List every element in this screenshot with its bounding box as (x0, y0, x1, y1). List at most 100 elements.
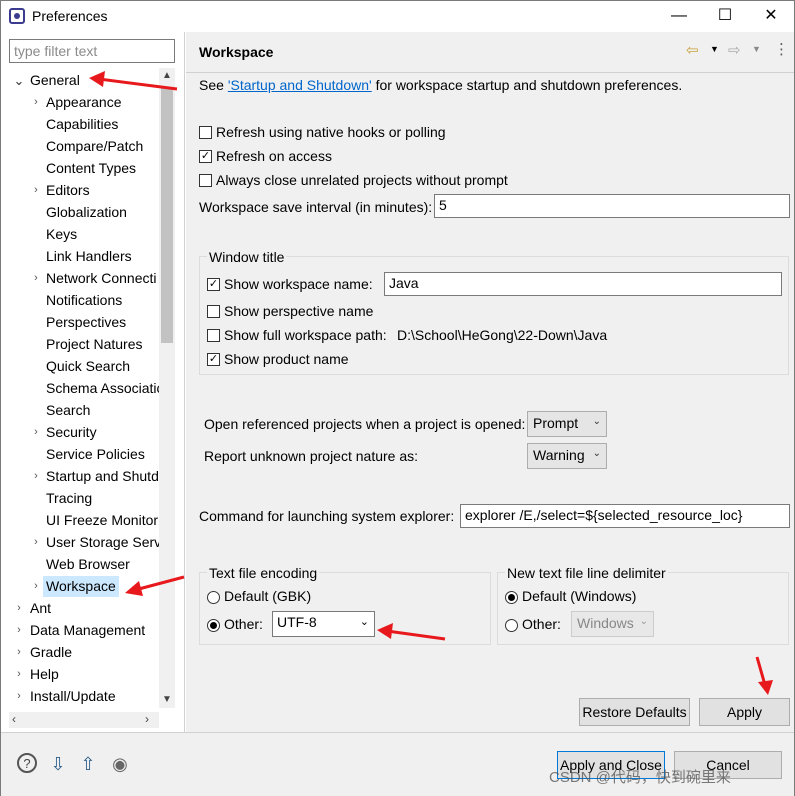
maximize-button[interactable]: ☐ (702, 1, 748, 32)
always-close-checkbox[interactable] (199, 174, 212, 187)
report-nature-combo[interactable]: Warning ⌄ (527, 443, 607, 469)
chevron-right-icon[interactable]: › (13, 642, 25, 663)
tree-item[interactable]: › Appearance (1, 92, 159, 113)
encoding-other-radio[interactable] (207, 619, 220, 632)
tree-item[interactable]: Globalization (1, 202, 159, 223)
tree-item[interactable]: › Install/Update (1, 686, 159, 707)
chevron-right-icon[interactable]: › (13, 620, 25, 641)
encoding-default-radio[interactable] (207, 591, 220, 604)
tree-item-label: Perspectives (46, 314, 127, 330)
command-input[interactable]: explorer /E,/select=${selected_resource_… (460, 504, 790, 528)
chevron-right-icon[interactable]: › (30, 532, 42, 553)
chevron-right-icon[interactable]: › (13, 686, 25, 707)
tree-item[interactable]: › Editors (1, 180, 159, 201)
tree-item[interactable]: Quick Search (1, 356, 159, 377)
close-button[interactable]: ✕ (748, 1, 794, 32)
show-perspective-checkbox[interactable] (207, 305, 220, 318)
tree-item[interactable]: UI Freeze Monitor (1, 510, 159, 531)
chevron-right-icon[interactable]: › (13, 664, 25, 685)
tree-item-label: Web Browser (46, 556, 130, 572)
restore-defaults-button[interactable]: Restore Defaults (579, 698, 690, 726)
encoding-other-combo[interactable]: UTF-8 ⌄ (272, 611, 375, 637)
forward-arrow-icon[interactable]: ⇨ (728, 41, 741, 59)
tree-item[interactable]: Project Natures (1, 334, 159, 355)
tree-item[interactable]: › Security (1, 422, 159, 443)
chevron-right-icon[interactable]: › (30, 268, 42, 289)
refresh-on-access-checkbox[interactable]: ✓ (199, 150, 212, 163)
minimize-button[interactable]: — (656, 1, 702, 32)
show-full-path-checkbox[interactable] (207, 329, 220, 342)
tree-item[interactable]: Schema Associatic (1, 378, 159, 399)
back-arrow-icon[interactable]: ⇦ (686, 41, 699, 59)
filter-input[interactable]: type filter text (9, 39, 175, 63)
tree-item-label: UI Freeze Monitor (46, 512, 159, 528)
tree-item[interactable]: Search (1, 400, 159, 421)
tree-item[interactable]: Link Handlers (1, 246, 159, 267)
tree-item[interactable]: Capabilities (1, 114, 159, 135)
scroll-right-icon[interactable]: › (145, 712, 149, 726)
apply-button[interactable]: Apply (699, 698, 790, 726)
scroll-left-icon[interactable]: ‹ (12, 712, 16, 726)
open-referenced-value: Prompt (533, 415, 579, 431)
tree-item[interactable]: › Help (1, 664, 159, 685)
chevron-right-icon[interactable]: › (30, 576, 42, 597)
open-referenced-combo[interactable]: Prompt ⌄ (527, 411, 607, 437)
record-icon[interactable]: ◉ (109, 753, 131, 775)
delimiter-other-radio[interactable] (505, 619, 518, 632)
scrollbar-thumb[interactable] (161, 88, 173, 343)
tree-item-label: General (30, 72, 80, 88)
tree-item[interactable]: Web Browser (1, 554, 159, 575)
tree-item[interactable]: › Gradle (1, 642, 159, 663)
preference-tree[interactable]: ⌄ General › Appearance Capabilities Compare… (1, 68, 159, 708)
chevron-right-icon[interactable]: › (30, 466, 42, 487)
show-workspace-name-checkbox[interactable]: ✓ (207, 278, 220, 291)
tree-item[interactable]: › Startup and Shutd (1, 466, 159, 487)
tree-item[interactable]: Content Types (1, 158, 159, 179)
tree-item[interactable]: › Data Management (1, 620, 159, 641)
help-icon[interactable]: ? (17, 753, 37, 773)
tree-item-label: Help (30, 666, 59, 682)
full-path-value: D:\School\HeGong\22-Down\Java (397, 327, 608, 343)
save-interval-input[interactable]: 5 (434, 194, 790, 218)
chevron-down-icon[interactable]: ⌄ (13, 70, 25, 91)
tree-item[interactable]: Keys (1, 224, 159, 245)
view-menu-icon[interactable]: ⋮ (774, 40, 789, 58)
tree-horizontal-scrollbar[interactable]: ‹ › (9, 712, 159, 728)
import-icon[interactable]: ⇩ (47, 753, 69, 775)
back-dropdown-icon[interactable]: ▼ (710, 44, 719, 54)
chevron-right-icon[interactable]: › (13, 598, 25, 619)
chevron-right-icon[interactable]: › (30, 422, 42, 443)
show-perspective-label: Show perspective name (224, 303, 374, 319)
tree-item-label: Keys (46, 226, 78, 242)
chevron-down-icon: ⌄ (592, 448, 601, 459)
show-full-path-label: Show full workspace path: (224, 327, 387, 343)
delimiter-default-radio[interactable] (505, 591, 518, 604)
show-product-checkbox[interactable]: ✓ (207, 353, 220, 366)
tree-item[interactable]: Service Policies (1, 444, 159, 465)
tree-item-label: Notifications (46, 292, 123, 308)
tree-item[interactable]: Tracing (1, 488, 159, 509)
forward-dropdown-icon[interactable]: ▼ (752, 44, 761, 54)
tree-vertical-scrollbar[interactable]: ▲ ▼ (159, 68, 175, 708)
tree-item-label: Globalization (46, 204, 127, 220)
tree-item[interactable]: › User Storage Serv (1, 532, 159, 553)
tree-item[interactable]: Notifications (1, 290, 159, 311)
tree-item[interactable]: Compare/Patch (1, 136, 159, 157)
tree-item[interactable]: › Network Connecti (1, 268, 159, 289)
scroll-up-icon[interactable]: ▲ (162, 70, 172, 81)
encoding-group-label: Text file encoding (207, 565, 320, 581)
tree-item[interactable]: › Workspace (1, 576, 159, 597)
workspace-name-input[interactable]: Java (384, 272, 782, 296)
scroll-down-icon[interactable]: ▼ (162, 694, 172, 705)
tree-item-general[interactable]: ⌄ General (1, 70, 159, 91)
chevron-right-icon[interactable]: › (30, 92, 42, 113)
tree-item[interactable]: Perspectives (1, 312, 159, 333)
startup-shutdown-link[interactable]: 'Startup and Shutdown' (228, 77, 372, 93)
tree-item[interactable]: › Ant (1, 598, 159, 619)
delimiter-other-combo[interactable]: Windows ⌄ (571, 611, 654, 637)
refresh-native-checkbox[interactable] (199, 126, 212, 139)
intro-suffix: for workspace startup and shutdown prefe… (371, 77, 683, 93)
delimiter-group-label: New text file line delimiter (505, 565, 668, 581)
export-icon[interactable]: ⇧ (77, 753, 99, 775)
chevron-right-icon[interactable]: › (30, 180, 42, 201)
